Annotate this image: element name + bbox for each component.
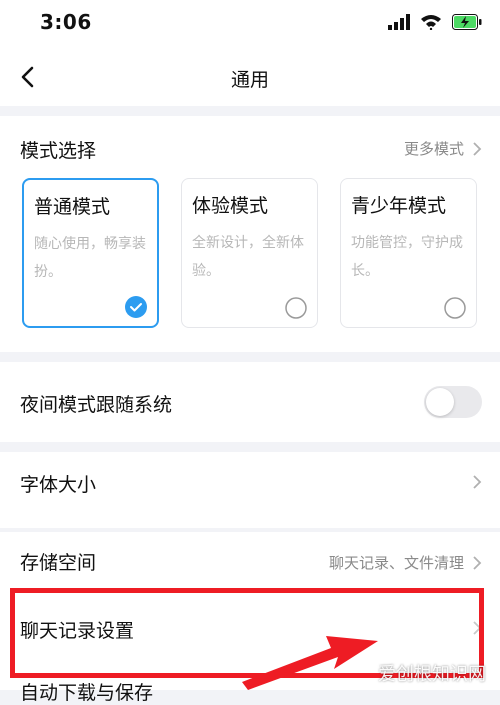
wifi-icon	[421, 15, 441, 30]
mode-title: 普通模式	[34, 196, 111, 218]
mode-option-normal[interactable]: 普通模式 随心使用，畅享装扮。	[22, 178, 159, 328]
watermark: 爱创根知识网	[378, 664, 486, 685]
font-size-chevron	[472, 474, 482, 490]
storage-detail-group: 聊天记录、文件清理	[329, 552, 482, 573]
font-size-label: 字体大小	[20, 474, 97, 496]
toggle-knob	[426, 388, 454, 416]
chevron-right-icon	[473, 555, 482, 570]
storage-label: 存储空间	[20, 552, 97, 574]
status-icons	[388, 14, 482, 30]
more-modes-link[interactable]: 更多模式	[404, 138, 482, 159]
page-title: 通用	[230, 69, 269, 91]
status-bar: 3:06	[0, 0, 500, 48]
mode-title: 体验模式	[192, 195, 269, 217]
mode-option-experience[interactable]: 体验模式 全新设计，全新体验。	[181, 178, 318, 328]
radio-checked-icon	[125, 296, 147, 318]
font-size-row[interactable]: 字体大小	[0, 452, 500, 528]
mode-description: 随心使用，畅享装扮。	[34, 236, 146, 280]
more-modes-label: 更多模式	[403, 140, 464, 158]
chevron-right-icon	[473, 475, 482, 489]
battery-icon	[452, 14, 482, 30]
radio-unchecked-icon	[444, 297, 466, 319]
storage-row[interactable]: 存储空间 聊天记录、文件清理	[0, 532, 500, 592]
storage-detail: 聊天记录、文件清理	[328, 554, 464, 572]
night-mode-toggle[interactable]	[424, 386, 482, 418]
night-mode-label: 夜间模式跟随系统	[20, 394, 173, 416]
signal-icon	[388, 14, 410, 30]
mode-description: 功能管控，守护成长。	[351, 235, 463, 279]
status-time: 3:06	[40, 10, 92, 34]
auto-download-label[interactable]: 自动下载与保存	[20, 678, 153, 705]
mode-selection-title: 模式选择	[20, 140, 97, 162]
radio-unchecked-icon	[285, 297, 307, 319]
mode-description: 全新设计，全新体验。	[192, 235, 304, 279]
mode-title: 青少年模式	[351, 195, 447, 217]
mode-option-teen[interactable]: 青少年模式 功能管控，守护成长。	[340, 178, 477, 328]
chevron-right-icon	[473, 141, 482, 156]
nav-bar: 通用	[0, 48, 500, 106]
